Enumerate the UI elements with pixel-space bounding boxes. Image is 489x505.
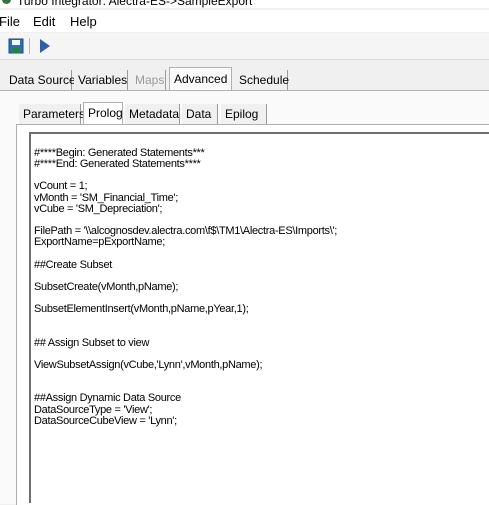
menu-edit[interactable]: Edit [33, 14, 55, 29]
menu-bar: File Edit Help [0, 10, 489, 32]
inner-tab-strip: Parameters Prolog Metadata Data Epilog [16, 102, 489, 125]
toolbar-separator [29, 38, 30, 54]
tab-schedule[interactable]: Schedule [235, 70, 289, 90]
tab-data[interactable]: Data [182, 104, 218, 124]
code-text[interactable]: #****Begin: Generated Statements*** #***… [34, 147, 337, 427]
save-icon[interactable] [8, 38, 24, 54]
app-gear-icon [2, 0, 11, 4]
tab-data-source[interactable]: Data Source [5, 70, 76, 90]
tab-variables[interactable]: Variables [74, 70, 128, 90]
code-editor[interactable]: #****Begin: Generated Statements*** #***… [29, 132, 489, 503]
toolbar [0, 33, 489, 60]
title-bar: Turbo Integrator: Alectra-ES->SampleExpo… [0, 0, 489, 8]
window-title: Turbo Integrator: Alectra-ES->SampleExpo… [17, 0, 253, 8]
tab-metadata[interactable]: Metadata [125, 104, 180, 124]
tab-maps: Maps [131, 70, 166, 90]
menu-file[interactable]: File [0, 14, 20, 29]
tab-epilog[interactable]: Epilog [221, 104, 267, 124]
tab-prolog[interactable]: Prolog [83, 102, 123, 125]
tab-advanced[interactable]: Advanced [169, 67, 232, 91]
menu-help[interactable]: Help [70, 14, 97, 29]
tab-parameters[interactable]: Parameters [19, 104, 85, 124]
run-icon[interactable] [37, 38, 53, 54]
outer-tab-strip: Data Source Variables Maps Advanced Sche… [0, 67, 489, 91]
